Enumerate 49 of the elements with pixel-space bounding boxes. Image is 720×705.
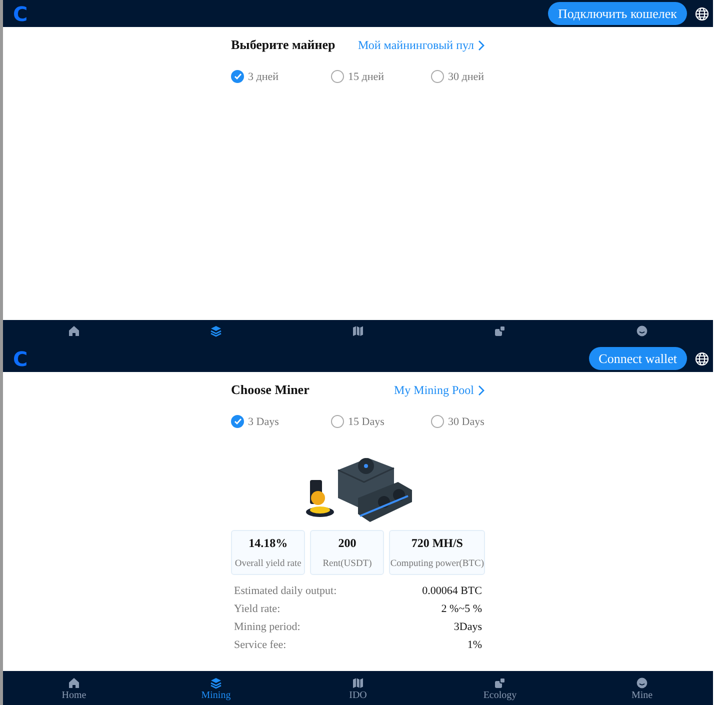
period-radio[interactable]: 30 Days [431, 415, 484, 428]
stat-label: Overall yield rate [234, 559, 302, 569]
nav-tab[interactable]: Home [3, 671, 145, 705]
period-radio[interactable]: 15 Days [331, 415, 431, 428]
connect-wallet-button[interactable]: Подключить кошелек [548, 2, 687, 25]
nav-tab[interactable]: Mining [145, 671, 287, 705]
logo: C [13, 4, 28, 24]
nav-tab[interactable]: Mine [571, 671, 713, 705]
stat-label: Computing power(BTC) [390, 559, 484, 569]
detail-label: Estimated daily output: [234, 584, 337, 596]
stat-value: 720 MH/S [411, 536, 463, 551]
globe-icon[interactable] [695, 352, 709, 366]
nav-tab[interactable]: IDO [287, 671, 429, 705]
map-icon [352, 325, 364, 337]
nav-tab[interactable]: Ecology [429, 671, 571, 705]
chevron-right-icon [478, 40, 485, 50]
detail-label: Mining period: [234, 620, 300, 632]
period-radio[interactable]: 15 дней [331, 70, 431, 83]
smiley-icon [636, 677, 648, 689]
detail-label: Yield rate: [234, 602, 280, 614]
section-title: Choose Miner [231, 382, 310, 398]
connect-wallet-button[interactable]: Connect wallet [588, 347, 687, 370]
globe-icon[interactable] [695, 6, 709, 20]
check-icon [234, 73, 242, 80]
detail-value: 1% [467, 638, 482, 650]
cubes-icon [494, 325, 506, 337]
stat-value: 14.18% [248, 536, 288, 551]
period-radio[interactable]: 3 дней [231, 70, 331, 83]
layers-icon [210, 677, 222, 689]
period-radio[interactable]: 30 дней [431, 70, 484, 83]
stat-value: 200 [338, 536, 356, 551]
section-title: Выберите майнер [231, 37, 336, 53]
detail-label: Service fee: [234, 638, 286, 650]
detail-value: 2 %~5 % [441, 602, 482, 614]
chevron-right-icon [478, 384, 485, 396]
check-icon [234, 418, 242, 425]
detail-value: 3Days [454, 620, 482, 632]
logo: C [13, 348, 28, 368]
smiley-icon [636, 325, 648, 337]
mining-pool-link[interactable]: My Mining Pool [394, 382, 485, 398]
cubes-icon [494, 677, 506, 689]
period-radio[interactable]: 3 Days [231, 415, 331, 428]
home-icon [68, 325, 80, 337]
home-icon [68, 677, 80, 689]
detail-value: 0.00064 BTC [422, 584, 482, 596]
mining-pool-link[interactable]: Мой майнинговый пул [358, 38, 485, 52]
stat-label: Rent(USDT) [322, 559, 372, 569]
map-icon [352, 677, 364, 689]
layers-icon [210, 325, 222, 337]
